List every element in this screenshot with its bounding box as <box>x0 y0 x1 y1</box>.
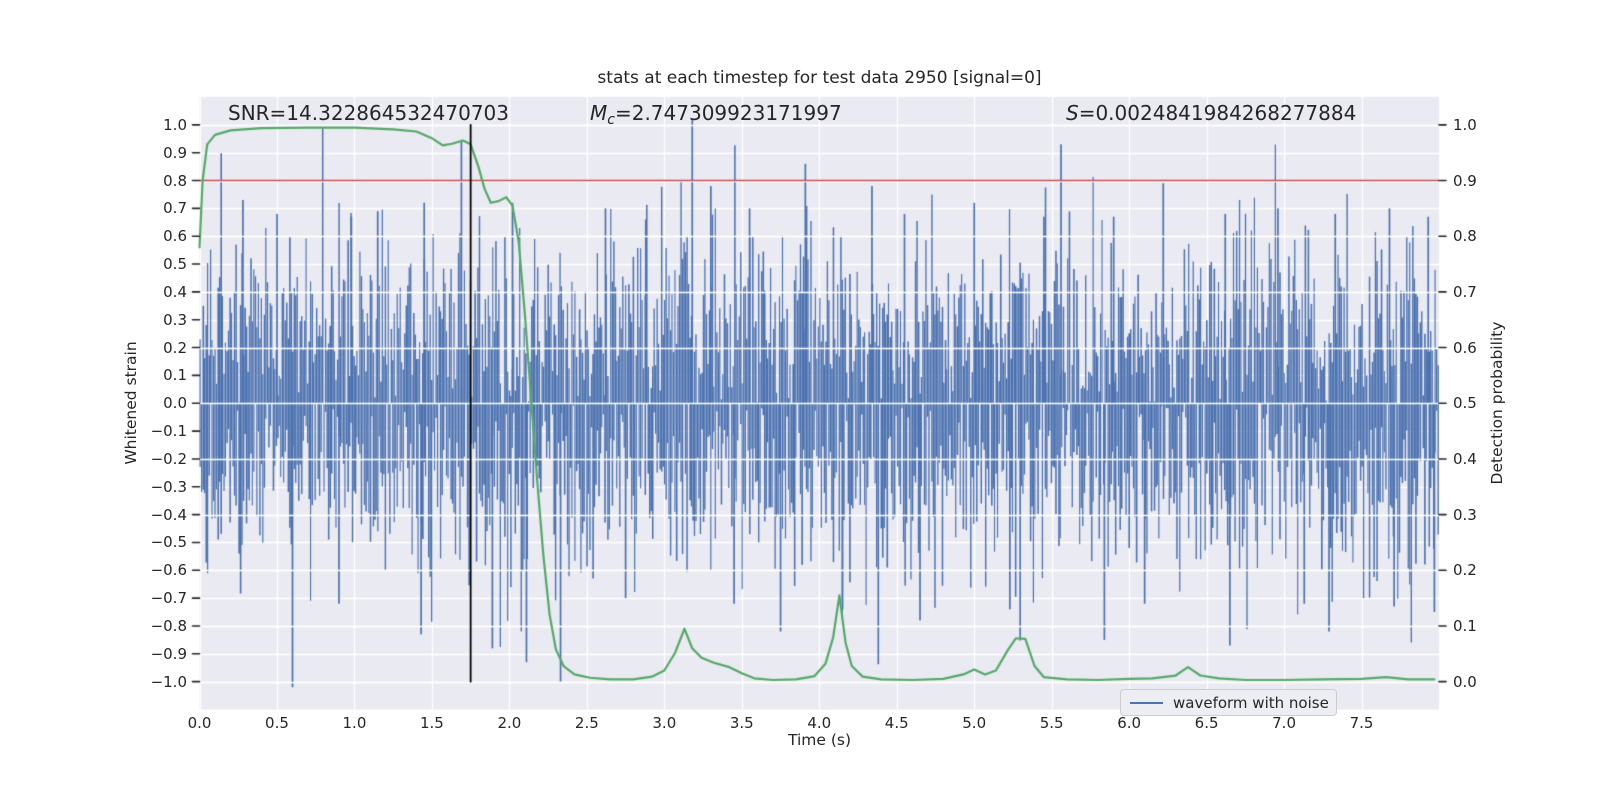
left-y-tick-label: 0.7 <box>163 199 187 218</box>
legend-line-sample <box>1130 701 1163 704</box>
s-symbol: S <box>1066 101 1079 125</box>
x-tick-label: 7.5 <box>1349 714 1374 732</box>
mc-symbol: M <box>590 101 608 125</box>
left-y-tick-label: −0.2 <box>150 449 187 468</box>
mc-subscript: c <box>607 112 615 128</box>
x-tick-label: 2.5 <box>574 714 599 732</box>
right-y-tick-label: 0.5 <box>1453 394 1477 413</box>
x-axis-label: Time (s) <box>787 731 852 749</box>
legend: waveform with noise <box>1120 689 1337 716</box>
right-y-axis-label: Detection probability <box>1488 321 1506 485</box>
left-y-tick-label: −0.9 <box>150 644 187 663</box>
chart-title: stats at each timestep for test data 295… <box>597 68 1042 88</box>
left-y-tick-label: 0.6 <box>163 227 187 246</box>
x-tick-label: 7.0 <box>1272 714 1296 732</box>
x-tick-label: 3.0 <box>652 714 677 732</box>
x-tick-label: 2.0 <box>497 714 522 732</box>
left-y-tick-label: 0.3 <box>163 310 187 329</box>
s-value: =0.0024841984268277884 <box>1078 101 1357 125</box>
left-y-tick-label: 0.2 <box>163 338 187 357</box>
mc-value: =2.747309923171997 <box>614 101 842 125</box>
s-stat-annotation: S=0.0024841984268277884 <box>1066 101 1356 125</box>
right-y-tick-label: 0.2 <box>1453 561 1477 580</box>
left-y-tick-label: 0.9 <box>163 143 187 162</box>
snr-annotation: SNR=14.322864532470703 <box>228 101 509 125</box>
x-tick-label: 1.0 <box>342 714 367 732</box>
x-tick-label: 5.5 <box>1039 714 1064 732</box>
left-y-tick-label: 0.8 <box>163 171 187 190</box>
right-y-tick-label: 0.3 <box>1453 505 1477 524</box>
x-tick-label: 5.0 <box>962 714 987 732</box>
right-y-tick-label: 0.6 <box>1453 338 1477 357</box>
left-y-tick-label: −0.6 <box>150 561 187 580</box>
left-y-tick-label: −0.7 <box>150 589 187 608</box>
x-tick-label: 4.5 <box>884 714 909 732</box>
x-tick-label: 6.5 <box>1194 714 1219 732</box>
chirp-mass-annotation: Mc=2.747309923171997 <box>590 101 842 132</box>
legend-item-label: waveform with noise <box>1173 693 1329 712</box>
left-y-tick-label: −0.1 <box>150 422 187 441</box>
left-y-tick-label: 0.1 <box>163 366 187 385</box>
left-y-tick-label: −1.0 <box>150 672 187 691</box>
x-tick-label: 0.5 <box>265 714 289 732</box>
left-y-tick-label: 0.4 <box>163 282 187 301</box>
right-y-tick-label: 0.4 <box>1453 449 1477 468</box>
left-y-tick-label: −0.5 <box>150 533 187 552</box>
x-tick-label: 6.0 <box>1117 714 1142 732</box>
x-tick-label: 0.0 <box>187 714 212 732</box>
left-y-tick-label: 0.5 <box>163 255 187 274</box>
left-y-tick-label: −0.8 <box>150 616 187 635</box>
left-y-tick-label: 0.0 <box>163 394 187 413</box>
right-y-tick-label: 0.0 <box>1453 672 1477 691</box>
left-y-tick-label: 1.0 <box>163 115 187 134</box>
left-y-tick-label: −0.4 <box>150 505 187 524</box>
right-y-tick-label: 0.1 <box>1453 616 1477 635</box>
right-y-tick-label: 0.9 <box>1453 171 1477 190</box>
left-y-axis-label: Whitened strain <box>122 341 140 465</box>
right-y-tick-label: 0.7 <box>1453 282 1477 301</box>
figure: stats at each timestep for test data 295… <box>0 0 1600 800</box>
left-y-tick-label: −0.3 <box>150 477 187 496</box>
right-y-tick-label: 0.8 <box>1453 227 1477 246</box>
x-tick-label: 1.5 <box>419 714 444 732</box>
x-tick-label: 4.0 <box>807 714 832 732</box>
right-y-tick-label: 1.0 <box>1453 115 1477 134</box>
x-tick-label: 3.5 <box>729 714 754 732</box>
